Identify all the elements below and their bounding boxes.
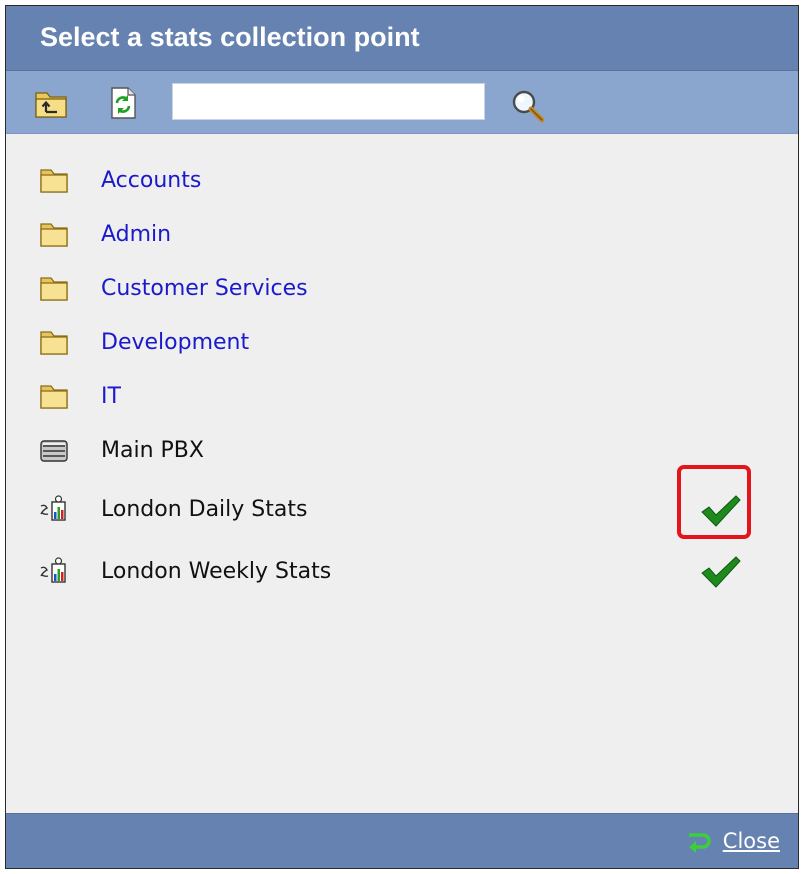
close-label[interactable]: Close bbox=[723, 814, 780, 868]
list-item-label: Main PBX bbox=[101, 438, 204, 463]
search-input[interactable] bbox=[172, 83, 485, 120]
selected-check-highlight bbox=[677, 465, 751, 539]
pbx-server-icon bbox=[40, 440, 68, 462]
list-item[interactable]: Main PBX bbox=[6, 431, 798, 471]
stats-chart-icon bbox=[40, 557, 66, 583]
folder-icon bbox=[40, 169, 68, 193]
dialog-title: Select a stats collection point bbox=[40, 22, 420, 52]
list-item[interactable]: Development bbox=[6, 323, 798, 363]
dialog-footer: Close bbox=[6, 813, 798, 868]
check-icon bbox=[701, 556, 741, 588]
list-item[interactable]: London Weekly Stats bbox=[6, 552, 798, 592]
folder-up-icon[interactable] bbox=[34, 86, 68, 120]
toolbar bbox=[6, 71, 798, 134]
stats-collection-dialog: Select a stats collection point Accounts… bbox=[5, 5, 799, 869]
refresh-icon[interactable] bbox=[106, 86, 140, 120]
list-item[interactable]: Customer Services bbox=[6, 269, 798, 309]
return-arrow-icon bbox=[688, 833, 711, 853]
list-item[interactable]: IT bbox=[6, 377, 798, 417]
folder-icon bbox=[40, 223, 68, 247]
list-item-label[interactable]: Development bbox=[101, 323, 249, 363]
folder-icon bbox=[40, 331, 68, 355]
list-item-label: London Daily Stats bbox=[101, 497, 308, 522]
stats-chart-icon bbox=[40, 495, 66, 521]
list-item-label[interactable]: IT bbox=[101, 377, 121, 417]
list-item[interactable]: Accounts bbox=[6, 161, 798, 201]
folder-icon bbox=[40, 385, 68, 409]
close-button[interactable]: Close bbox=[685, 814, 780, 868]
list-item-label: London Weekly Stats bbox=[101, 559, 332, 584]
folder-icon bbox=[40, 277, 68, 301]
list-item-label[interactable]: Customer Services bbox=[101, 269, 308, 309]
list-item-label[interactable]: Accounts bbox=[101, 161, 201, 201]
list-item[interactable]: Admin bbox=[6, 215, 798, 255]
magnifier-icon[interactable] bbox=[510, 88, 546, 124]
list-item-label[interactable]: Admin bbox=[101, 215, 171, 255]
dialog-title-bar: Select a stats collection point bbox=[6, 6, 798, 71]
